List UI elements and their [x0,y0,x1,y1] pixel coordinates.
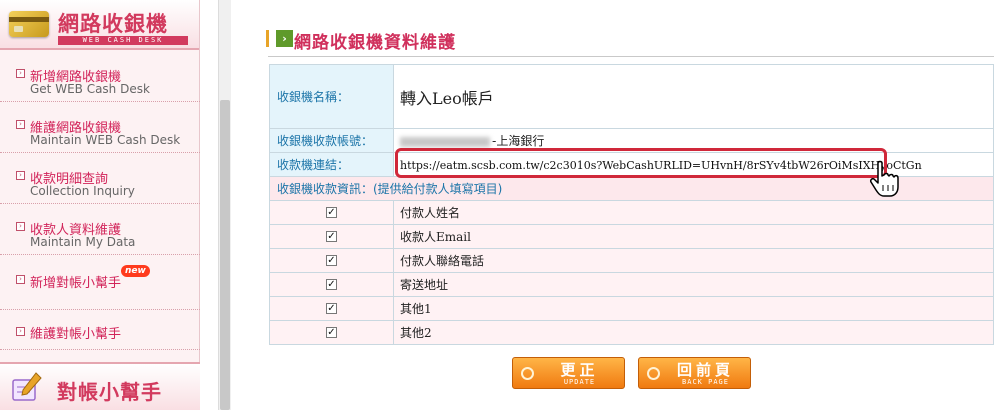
page-title-text: 網路收銀機資料維護 [294,33,456,53]
link-highlight-box [395,148,887,178]
chevron-right-icon: › [16,222,25,231]
back-page-button[interactable]: 回前頁 BACK PAGE [638,357,751,389]
menu-item-add-helper[interactable]: › 新增對帳小幫手 [0,266,200,310]
back-button-label: 回前頁 [676,361,734,379]
update-button-sublabel: UPDATE [563,378,596,386]
sidebar-title: 網路收銀機 [58,12,168,36]
update-button[interactable]: 更正 UPDATE [512,357,625,389]
menu-item-maintain-helper[interactable]: › 維護對帳小幫手 [0,318,200,350]
field-label: 付款人聯絡電話 [393,248,994,273]
menu-item-zh-label: 維護對帳小幫手 [30,327,122,342]
table-row: ✓ 其他1 [269,296,994,321]
button-dot-icon [647,367,660,380]
chevron-right-icon: › [16,275,25,284]
table-row: ✓ 其他2 [269,320,994,345]
chevron-right-icon: › [16,327,25,336]
phone-checkbox[interactable]: ✓ [326,255,337,266]
sidebar-footer-title: 對帳小幫手 [57,380,162,404]
menu-item-collection-inquiry[interactable]: › 收款明細查詢 Collection Inquiry [0,164,200,204]
menu-item-maintain-my-data[interactable]: › 收款人資料維護 Maintain My Data [0,215,200,255]
credit-card-icon [9,11,49,37]
sidebar: 網路收銀機 WEB CASH DESK › 新增網路收銀機 Get WEB Ca… [0,0,200,410]
menu-item-en-label: Maintain WEB Cash Desk [30,133,181,147]
menu-item-get-cash-desk[interactable]: › 新增網路收銀機 Get WEB Cash Desk [0,62,200,102]
scrollbar-thumb[interactable] [220,100,230,410]
back-button-sublabel: BACK PAGE [682,378,729,386]
table-row: 收銀機名稱： 轉入Leo帳戶 [269,64,994,129]
sidebar-subtitle: WEB CASH DESK [58,36,188,45]
other2-checkbox[interactable]: ✓ [326,327,337,338]
sidebar-footer: 對帳小幫手 [0,362,200,410]
address-checkbox[interactable]: ✓ [326,279,337,290]
chevron-right-icon: › [16,120,25,129]
update-button-label: 更正 [560,361,599,379]
pen-paper-icon [12,372,42,401]
sidebar-header: 網路收銀機 WEB CASH DESK [0,0,199,50]
cash-desk-info-table: 收銀機名稱： 轉入Leo帳戶 收銀機收款帳號： -上海銀行 收款機連結： htt… [269,64,994,345]
field-label: 收款人Email [393,224,994,249]
menu-item-en-label: Maintain My Data [30,235,136,249]
menu-item-maintain-cash-desk[interactable]: › 維護網路收銀機 Maintain WEB Cash Desk [0,113,200,153]
chevron-right-icon: › [16,171,25,180]
field-label: 寄送地址 [393,272,994,297]
table-row: ✓ 寄送地址 [269,272,994,297]
cash-desk-name-label: 收銀機名稱： [269,64,394,129]
menu-item-en-label: Get WEB Cash Desk [30,82,150,96]
page-title: 網路收銀機資料維護 [268,28,456,53]
heading-divider [268,56,994,57]
table-row: ✓ 付款人聯絡電話 [269,248,994,273]
payer-name-checkbox[interactable]: ✓ [326,207,337,218]
button-dot-icon [521,367,534,380]
field-label: 其他2 [393,320,994,345]
account-bank: -上海銀行 [492,134,545,148]
cash-desk-name-value: 轉入Leo帳戶 [393,64,994,129]
field-label: 其他1 [393,296,994,321]
menu-item-zh-label: 新增對帳小幫手 [30,276,122,291]
table-row: ✓ 收款人Email [269,224,994,249]
menu-item-en-label: Collection Inquiry [30,184,135,198]
field-label: 付款人姓名 [393,200,994,225]
link-label: 收款機連結： [269,152,394,177]
table-row: ✓ 付款人姓名 [269,200,994,225]
email-checkbox[interactable]: ✓ [326,231,337,242]
chevron-right-icon: › [16,69,25,78]
redacted-account-number [400,136,490,147]
hand-cursor-icon [870,160,899,197]
new-badge: new [121,265,150,277]
other1-checkbox[interactable]: ✓ [326,303,337,314]
account-label: 收銀機收款帳號： [269,128,394,153]
